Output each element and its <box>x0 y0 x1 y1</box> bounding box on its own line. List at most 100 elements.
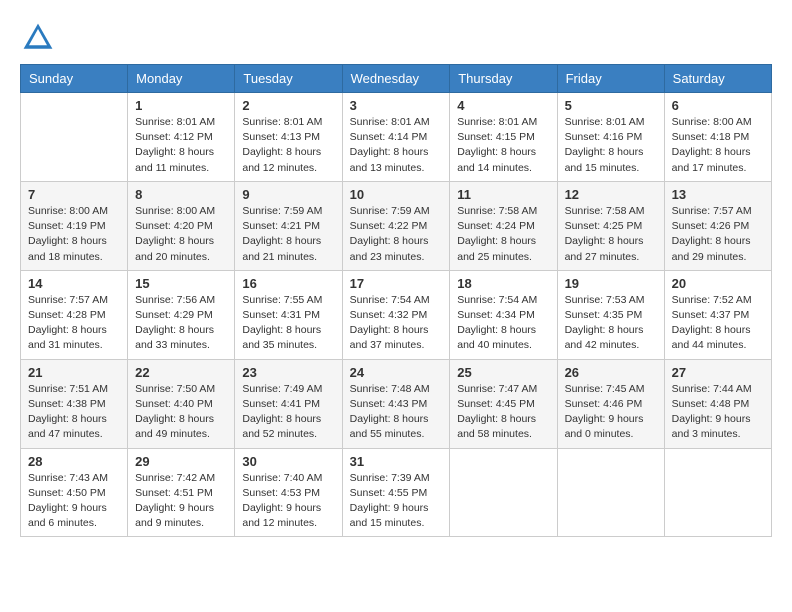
day-info: Sunrise: 7:48 AMSunset: 4:43 PMDaylight:… <box>350 382 443 443</box>
day-number: 6 <box>672 98 764 113</box>
day-number: 18 <box>457 276 549 291</box>
day-header-friday: Friday <box>557 65 664 93</box>
day-number: 31 <box>350 454 443 469</box>
day-number: 16 <box>242 276 334 291</box>
day-info: Sunrise: 7:47 AMSunset: 4:45 PMDaylight:… <box>457 382 549 443</box>
calendar-week-1: 1 Sunrise: 8:01 AMSunset: 4:12 PMDaylight… <box>21 93 772 182</box>
day-info: Sunrise: 8:00 AMSunset: 4:19 PMDaylight:… <box>28 204 120 265</box>
day-info: Sunrise: 7:52 AMSunset: 4:37 PMDaylight:… <box>672 293 764 354</box>
calendar-cell: 19 Sunrise: 7:53 AMSunset: 4:35 PMDayligh… <box>557 270 664 359</box>
calendar-cell: 6 Sunrise: 8:00 AMSunset: 4:18 PMDaylight… <box>664 93 771 182</box>
calendar-table: SundayMondayTuesdayWednesdayThursdayFrid… <box>20 64 772 537</box>
calendar-cell <box>450 448 557 537</box>
calendar-cell: 7 Sunrise: 8:00 AMSunset: 4:19 PMDaylight… <box>21 181 128 270</box>
day-number: 1 <box>135 98 227 113</box>
day-number: 10 <box>350 187 443 202</box>
calendar-cell <box>664 448 771 537</box>
day-info: Sunrise: 8:01 AMSunset: 4:14 PMDaylight:… <box>350 115 443 176</box>
day-header-monday: Monday <box>128 65 235 93</box>
calendar-cell: 5 Sunrise: 8:01 AMSunset: 4:16 PMDaylight… <box>557 93 664 182</box>
calendar-cell: 17 Sunrise: 7:54 AMSunset: 4:32 PMDayligh… <box>342 270 450 359</box>
day-number: 17 <box>350 276 443 291</box>
day-info: Sunrise: 7:53 AMSunset: 4:35 PMDaylight:… <box>565 293 657 354</box>
day-info: Sunrise: 7:40 AMSunset: 4:53 PMDaylight:… <box>242 471 334 532</box>
day-number: 24 <box>350 365 443 380</box>
logo <box>20 20 60 56</box>
day-info: Sunrise: 7:54 AMSunset: 4:32 PMDaylight:… <box>350 293 443 354</box>
calendar-cell: 8 Sunrise: 8:00 AMSunset: 4:20 PMDaylight… <box>128 181 235 270</box>
day-info: Sunrise: 7:49 AMSunset: 4:41 PMDaylight:… <box>242 382 334 443</box>
day-info: Sunrise: 7:44 AMSunset: 4:48 PMDaylight:… <box>672 382 764 443</box>
day-number: 28 <box>28 454 120 469</box>
calendar-week-4: 21Sunrise: 7:51 AMSunset: 4:38 PMDayligh… <box>21 359 772 448</box>
day-info: Sunrise: 7:43 AMSunset: 4:50 PMDaylight:… <box>28 471 120 532</box>
calendar-cell: 3 Sunrise: 8:01 AMSunset: 4:14 PMDaylight… <box>342 93 450 182</box>
day-header-saturday: Saturday <box>664 65 771 93</box>
calendar-cell: 11 Sunrise: 7:58 AMSunset: 4:24 PMDayligh… <box>450 181 557 270</box>
day-number: 19 <box>565 276 657 291</box>
day-number: 27 <box>672 365 764 380</box>
page-header <box>20 20 772 56</box>
day-info: Sunrise: 7:55 AMSunset: 4:31 PMDaylight:… <box>242 293 334 354</box>
calendar-cell: 2 Sunrise: 8:01 AMSunset: 4:13 PMDaylight… <box>235 93 342 182</box>
day-info: Sunrise: 7:59 AMSunset: 4:21 PMDaylight:… <box>242 204 334 265</box>
day-info: Sunrise: 8:01 AMSunset: 4:13 PMDaylight:… <box>242 115 334 176</box>
calendar-cell: 27 Sunrise: 7:44 AMSunset: 4:48 PMDayligh… <box>664 359 771 448</box>
day-number: 2 <box>242 98 334 113</box>
day-info: Sunrise: 8:00 AMSunset: 4:18 PMDaylight:… <box>672 115 764 176</box>
day-number: 3 <box>350 98 443 113</box>
day-info: Sunrise: 7:58 AMSunset: 4:24 PMDaylight:… <box>457 204 549 265</box>
calendar-week-3: 14 Sunrise: 7:57 AMSunset: 4:28 PMDayligh… <box>21 270 772 359</box>
day-header-wednesday: Wednesday <box>342 65 450 93</box>
day-number: 25 <box>457 365 549 380</box>
day-number: 22 <box>135 365 227 380</box>
calendar-cell: 22 Sunrise: 7:50 AMSunset: 4:40 PMDayligh… <box>128 359 235 448</box>
day-info: Sunrise: 8:01 AMSunset: 4:12 PMDaylight:… <box>135 115 227 176</box>
calendar-cell: 21Sunrise: 7:51 AMSunset: 4:38 PMDayligh… <box>21 359 128 448</box>
day-header-sunday: Sunday <box>21 65 128 93</box>
calendar-cell: 1 Sunrise: 8:01 AMSunset: 4:12 PMDaylight… <box>128 93 235 182</box>
day-number: 7 <box>28 187 120 202</box>
calendar-cell <box>557 448 664 537</box>
day-number: 29 <box>135 454 227 469</box>
calendar-cell: 14 Sunrise: 7:57 AMSunset: 4:28 PMDayligh… <box>21 270 128 359</box>
calendar-cell: 18 Sunrise: 7:54 AMSunset: 4:34 PMDayligh… <box>450 270 557 359</box>
calendar-cell: 10 Sunrise: 7:59 AMSunset: 4:22 PMDayligh… <box>342 181 450 270</box>
day-number: 11 <box>457 187 549 202</box>
day-number: 5 <box>565 98 657 113</box>
day-info: Sunrise: 7:45 AMSunset: 4:46 PMDaylight:… <box>565 382 657 443</box>
day-info: Sunrise: 7:59 AMSunset: 4:22 PMDaylight:… <box>350 204 443 265</box>
calendar-week-5: 28 Sunrise: 7:43 AMSunset: 4:50 PMDayligh… <box>21 448 772 537</box>
calendar-cell: 16 Sunrise: 7:55 AMSunset: 4:31 PMDayligh… <box>235 270 342 359</box>
day-info: Sunrise: 7:42 AMSunset: 4:51 PMDaylight:… <box>135 471 227 532</box>
day-info: Sunrise: 7:54 AMSunset: 4:34 PMDaylight:… <box>457 293 549 354</box>
calendar-cell: 25 Sunrise: 7:47 AMSunset: 4:45 PMDayligh… <box>450 359 557 448</box>
calendar-cell: 15Sunrise: 7:56 AMSunset: 4:29 PMDayligh… <box>128 270 235 359</box>
day-number: 20 <box>672 276 764 291</box>
day-number: 26 <box>565 365 657 380</box>
day-number: 23 <box>242 365 334 380</box>
day-info: Sunrise: 8:01 AMSunset: 4:16 PMDaylight:… <box>565 115 657 176</box>
day-info: Sunrise: 7:57 AMSunset: 4:28 PMDaylight:… <box>28 293 120 354</box>
calendar-cell: 13Sunrise: 7:57 AMSunset: 4:26 PMDayligh… <box>664 181 771 270</box>
day-number: 8 <box>135 187 227 202</box>
calendar-header-row: SundayMondayTuesdayWednesdayThursdayFrid… <box>21 65 772 93</box>
day-info: Sunrise: 8:00 AMSunset: 4:20 PMDaylight:… <box>135 204 227 265</box>
day-info: Sunrise: 7:51 AMSunset: 4:38 PMDaylight:… <box>28 382 120 443</box>
day-info: Sunrise: 7:50 AMSunset: 4:40 PMDaylight:… <box>135 382 227 443</box>
calendar-cell: 4Sunrise: 8:01 AMSunset: 4:15 PMDaylight… <box>450 93 557 182</box>
day-number: 9 <box>242 187 334 202</box>
day-info: Sunrise: 8:01 AMSunset: 4:15 PMDaylight:… <box>457 115 549 176</box>
day-number: 15 <box>135 276 227 291</box>
day-number: 12 <box>565 187 657 202</box>
day-header-thursday: Thursday <box>450 65 557 93</box>
day-number: 13 <box>672 187 764 202</box>
calendar-cell: 23 Sunrise: 7:49 AMSunset: 4:41 PMDayligh… <box>235 359 342 448</box>
calendar-cell: 28 Sunrise: 7:43 AMSunset: 4:50 PMDayligh… <box>21 448 128 537</box>
calendar-cell: 31 Sunrise: 7:39 AMSunset: 4:55 PMDayligh… <box>342 448 450 537</box>
calendar-cell <box>21 93 128 182</box>
day-info: Sunrise: 7:39 AMSunset: 4:55 PMDaylight:… <box>350 471 443 532</box>
day-number: 14 <box>28 276 120 291</box>
day-header-tuesday: Tuesday <box>235 65 342 93</box>
day-number: 30 <box>242 454 334 469</box>
